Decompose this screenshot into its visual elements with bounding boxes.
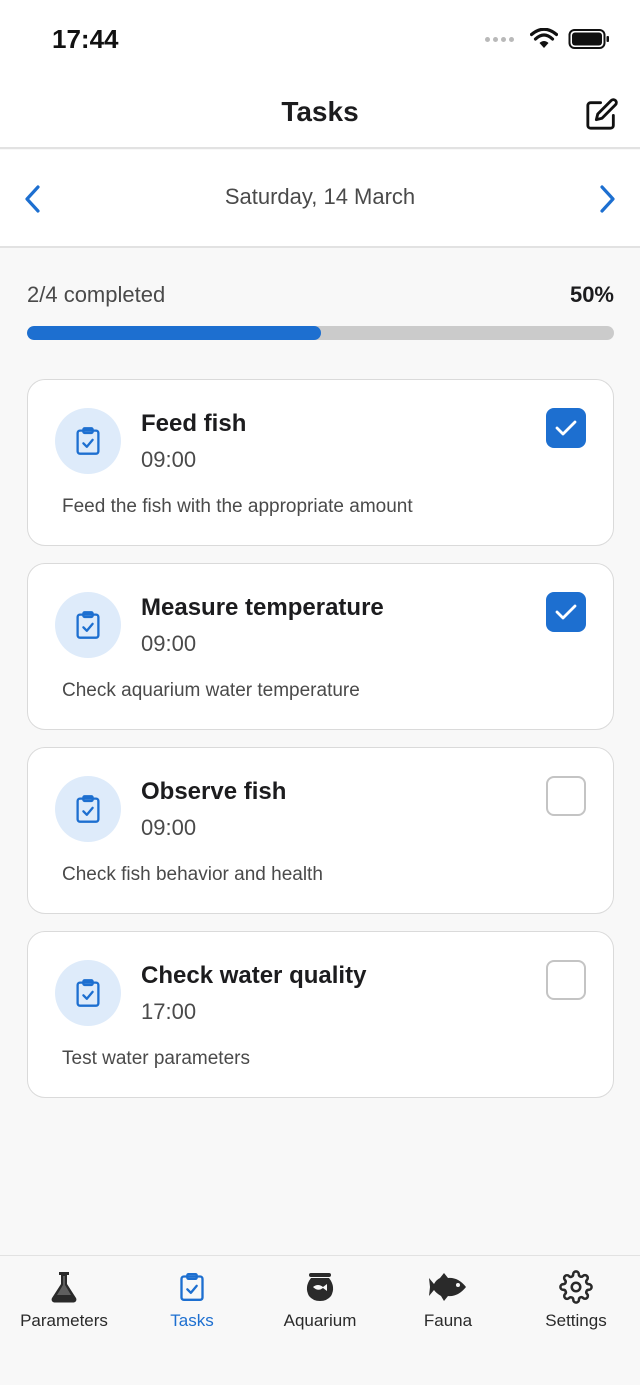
tab-label: Settings [545,1311,607,1330]
fishbowl-icon [306,1273,334,1301]
task-time: 09:00 [141,631,197,656]
task-title: Feed fish [141,410,247,437]
task-list: Feed fish 09:00 Feed the fish with the a… [27,379,614,1115]
edit-icon [586,98,618,130]
task-icon-circle [55,960,121,1026]
task-description: Test water parameters [62,1048,250,1069]
task-icon-circle [55,776,121,842]
task-title: Measure temperature [141,594,384,621]
checkmark-icon [555,420,577,436]
task-card[interactable]: Feed fish 09:00 Feed the fish with the a… [27,379,614,546]
status-time: 17:44 [52,24,119,54]
task-card[interactable]: Observe fish 09:00 Check fish behavior a… [27,747,614,914]
clipboard-check-icon [180,1273,204,1301]
task-time: 09:00 [141,815,197,840]
task-description: Check aquarium water temperature [62,680,360,701]
task-time: 17:00 [141,999,197,1024]
next-day-button[interactable] [590,180,624,218]
signal-icon [485,36,514,42]
clipboard-check-icon [76,979,100,1007]
task-card[interactable]: Check water quality 17:00 Test water par… [27,931,614,1098]
task-description: Check fish behavior and health [62,864,323,885]
tab-parameters[interactable]: Parameters [0,1256,128,1356]
flask-icon [51,1272,77,1303]
chevron-right-icon [600,185,615,213]
battery-icon [568,29,609,49]
page-title: Tasks [281,96,359,127]
progress-bar [27,326,614,340]
tab-settings[interactable]: Settings [512,1256,640,1356]
tab-label: Tasks [170,1311,214,1330]
tab-fauna[interactable]: Fauna [384,1256,512,1356]
task-checkbox[interactable] [546,960,586,1000]
current-date: Saturday, 14 March [224,184,416,209]
clipboard-check-icon [76,611,100,639]
tab-label: Aquarium [283,1311,357,1330]
fish-icon [429,1273,466,1301]
progress-percent: 50% [569,282,614,307]
tab-label: Fauna [423,1311,473,1330]
checkmark-icon [555,604,577,620]
clipboard-check-icon [76,795,100,823]
task-checkbox[interactable] [546,408,586,448]
tab-label: Parameters [20,1311,108,1330]
task-card[interactable]: Measure temperature 09:00 Check aquarium… [27,563,614,730]
wifi-icon [530,28,558,48]
task-description: Feed the fish with the appropriate amoun… [62,496,413,517]
task-checkbox[interactable] [546,776,586,816]
task-title: Check water quality [141,962,367,989]
task-icon-circle [55,408,121,474]
date-navigation: Saturday, 14 March [0,150,640,248]
status-icons [485,28,610,50]
progress-text: 2/4 completed [27,282,166,307]
clipboard-check-icon [76,427,100,455]
progress-summary: 2/4 completed 50% [27,282,614,340]
status-bar: 17:44 [0,0,640,80]
task-checkbox[interactable] [546,592,586,632]
tab-aquarium[interactable]: Aquarium [256,1256,384,1356]
tab-tasks[interactable]: Tasks [128,1256,256,1356]
task-title: Observe fish [141,778,287,805]
gear-icon [559,1270,593,1304]
edit-button[interactable] [582,94,622,134]
tab-bar: Parameters Tasks Aquarium Fauna Settings [0,1255,640,1385]
task-icon-circle [55,592,121,658]
header: Tasks [0,80,640,149]
progress-bar-fill [27,326,321,340]
task-time: 09:00 [141,447,197,472]
